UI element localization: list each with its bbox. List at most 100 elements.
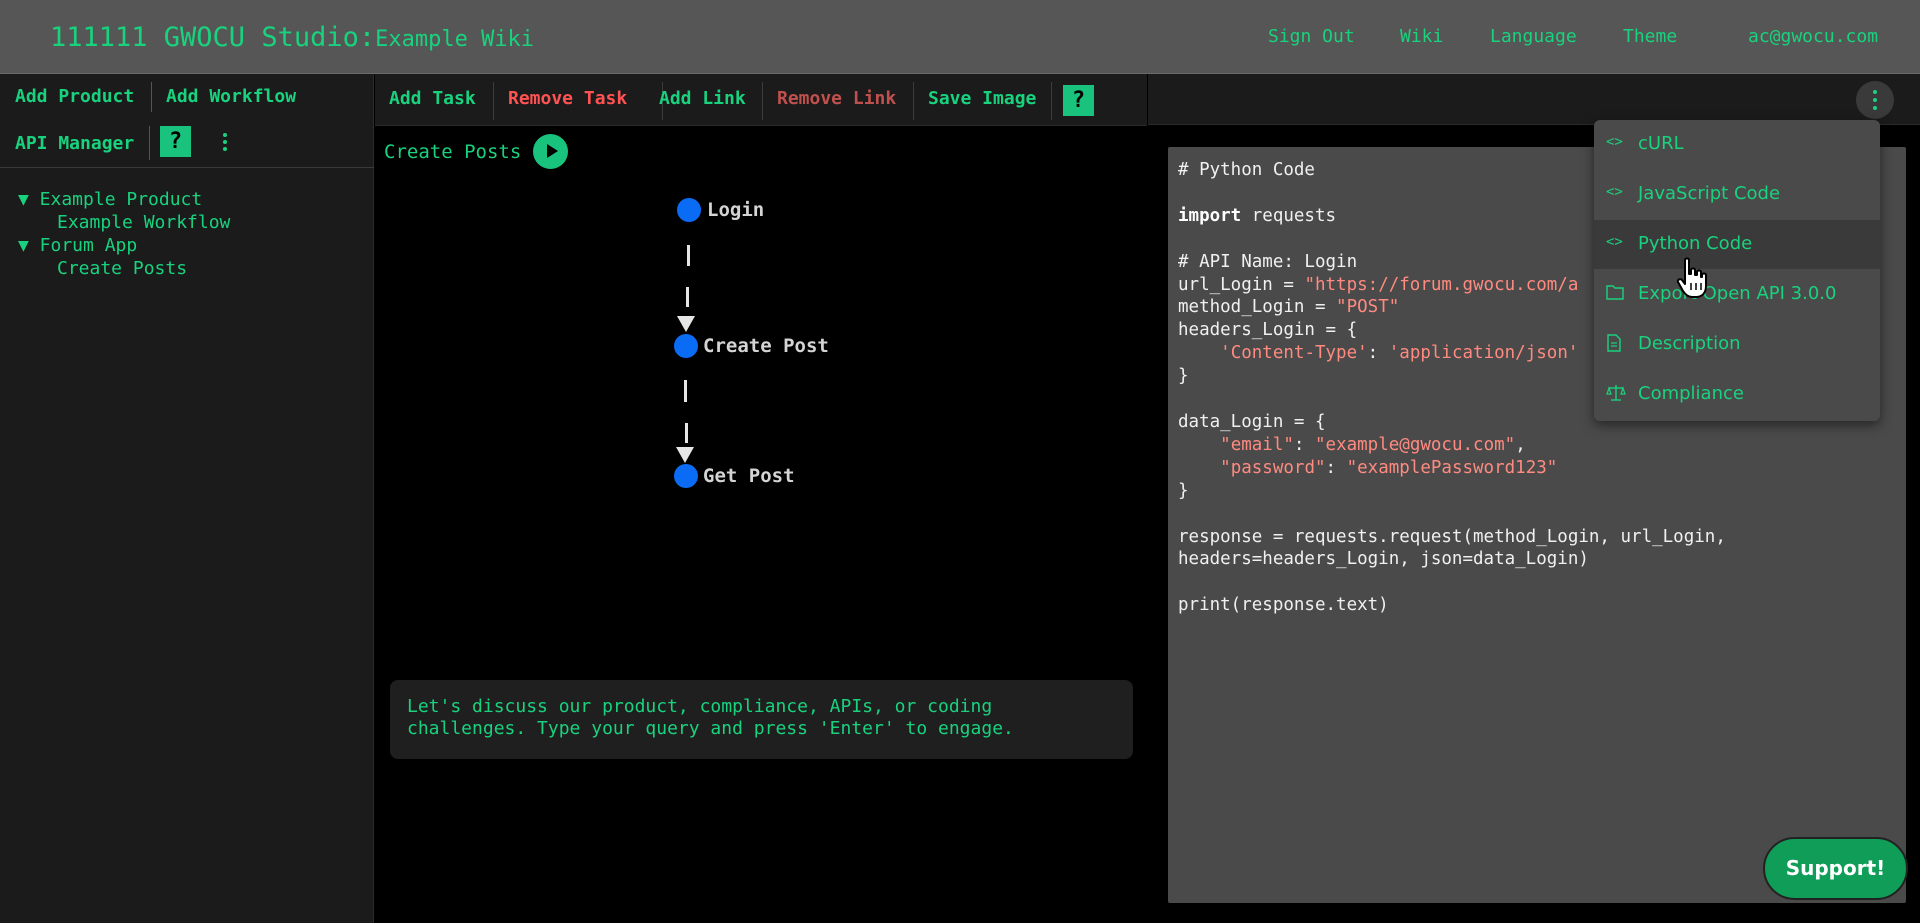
wiki-link[interactable]: Wiki [1400,26,1443,47]
code-text: requests [1241,205,1337,226]
code-text: } [1178,480,1189,501]
sign-out-link[interactable]: Sign Out [1268,26,1355,47]
code-text: headers_Login = { [1178,320,1358,341]
user-email-link[interactable]: ac@gwocu.com [1748,26,1878,47]
menu-item-label: JavaScript Code [1638,183,1781,204]
toolbar-divider [151,82,152,112]
workflow-node-dot[interactable] [677,198,701,222]
toolbar-divider [149,126,150,160]
wiki-name: Example Wiki [375,27,535,52]
toolbar-divider [1051,82,1052,120]
play-icon[interactable] [533,134,568,169]
code-icon: <> [1606,134,1623,150]
menu-item-label: Description [1638,333,1741,354]
code-text: headers=headers_Login, json=data_Login) [1178,549,1589,570]
code-string: 'application/json' [1388,343,1579,364]
code-text: print(response.text) [1178,595,1389,616]
code-line: print(response.text) [1178,594,1726,617]
code-line: "email": "example@gwocu.com", [1178,434,1726,457]
code-string: "email" [1220,434,1294,455]
remove-task-button[interactable]: Remove Task [508,88,627,109]
hand-cursor-icon [1676,257,1707,298]
workflow-node-dot[interactable] [674,334,698,358]
code-icon: <> [1606,184,1623,200]
code-panel-toolbar [1148,74,1920,125]
code-text: : [1325,457,1347,478]
menu-item-curl[interactable]: <> cURL [1594,120,1880,169]
add-workflow-button[interactable]: Add Workflow [166,86,296,107]
workflow-node-label[interactable]: Login [707,199,764,221]
remove-link-button[interactable]: Remove Link [777,88,896,109]
code-text: } [1178,366,1189,387]
link-dash [685,423,688,443]
menu-item-python-code[interactable]: <> Python Code [1594,220,1880,269]
code-text: : [1293,434,1315,455]
toolbar-divider [913,82,914,120]
toolbar-divider [762,82,763,120]
code-string: 'Content-Type' [1220,343,1368,364]
code-text: # Python Code [1178,160,1315,180]
menu-item-label: Export Open API 3.0.0 [1638,283,1837,304]
link-dash [684,380,687,402]
code-string: "example@gwocu.com" [1315,434,1516,455]
save-image-button[interactable]: Save Image [928,88,1036,109]
toolbar-divider [493,82,494,120]
code-text: : [1367,343,1389,364]
help-button[interactable]: ? [1063,85,1094,116]
workflow-toolbar: Add Task Remove Task Add Link Remove Lin… [375,74,1147,126]
link-dash [686,287,689,307]
code-string: "https://forum.gwocu.com/a [1304,274,1579,295]
more-options-icon[interactable] [1856,81,1894,119]
add-product-button[interactable]: Add Product [15,86,134,107]
code-string: "examplePassword123" [1346,457,1558,478]
tree-product-forum[interactable]: ▼ Forum App [18,235,137,256]
code-icon: <> [1606,234,1623,250]
code-keyword: import [1178,205,1242,226]
menu-item-label: Compliance [1638,383,1744,404]
sidebar-divider [0,167,374,168]
workflow-node-dot[interactable] [674,464,698,488]
add-task-button[interactable]: Add Task [389,88,476,109]
link-dash [687,245,690,266]
menu-item-compliance[interactable]: Compliance [1594,370,1880,419]
code-string: "password" [1220,457,1326,478]
support-button[interactable]: Support! [1763,837,1908,900]
code-line: headers=headers_Login, json=data_Login) [1178,548,1726,571]
link-arrowhead [676,447,694,463]
code-text: data_Login = { [1178,411,1326,432]
tree-workflow-create-posts[interactable]: Create Posts [57,258,187,279]
code-line: response = requests.request(method_Login… [1178,526,1726,549]
menu-item-javascript-code[interactable]: <> JavaScript Code [1594,170,1880,219]
folder-icon [1606,284,1628,304]
add-link-button[interactable]: Add Link [659,88,746,109]
code-line: "password": "examplePassword123" [1178,457,1726,480]
tree-workflow-example[interactable]: Example Workflow [57,212,230,233]
menu-item-export-open-api-3-0-0[interactable]: Export Open API 3.0.0 [1594,270,1880,319]
more-options-icon[interactable] [223,133,227,154]
language-link[interactable]: Language [1490,26,1577,47]
link-arrowhead [677,316,695,332]
code-text: response = requests.request(method_Login… [1178,526,1726,547]
menu-item-label: Python Code [1638,233,1753,254]
code-text: url_Login = [1178,274,1305,295]
menu-item-description[interactable]: Description [1594,320,1880,369]
api-manager-button[interactable]: API Manager [15,133,134,154]
workflow-title: Create Posts [384,141,522,163]
scale-icon [1606,384,1628,404]
menu-item-label: cURL [1638,133,1684,154]
app-header: 111111 GWOCU Studio:Example Wiki Sign Ou… [0,0,1920,74]
code-line: } [1178,480,1726,503]
theme-link[interactable]: Theme [1623,26,1677,47]
tree-product-example[interactable]: ▼ Example Product [18,189,202,210]
workflow-node-label[interactable]: Get Post [703,465,795,487]
brand-name: 111111 GWOCU Studio: [50,22,376,53]
help-button[interactable]: ? [160,126,191,157]
app-title: 111111 GWOCU Studio:Example Wiki [50,22,534,53]
workflow-node-label[interactable]: Create Post [703,335,829,357]
export-menu: <> cURL <> JavaScript Code <> Python Code Expo… [1594,120,1880,421]
